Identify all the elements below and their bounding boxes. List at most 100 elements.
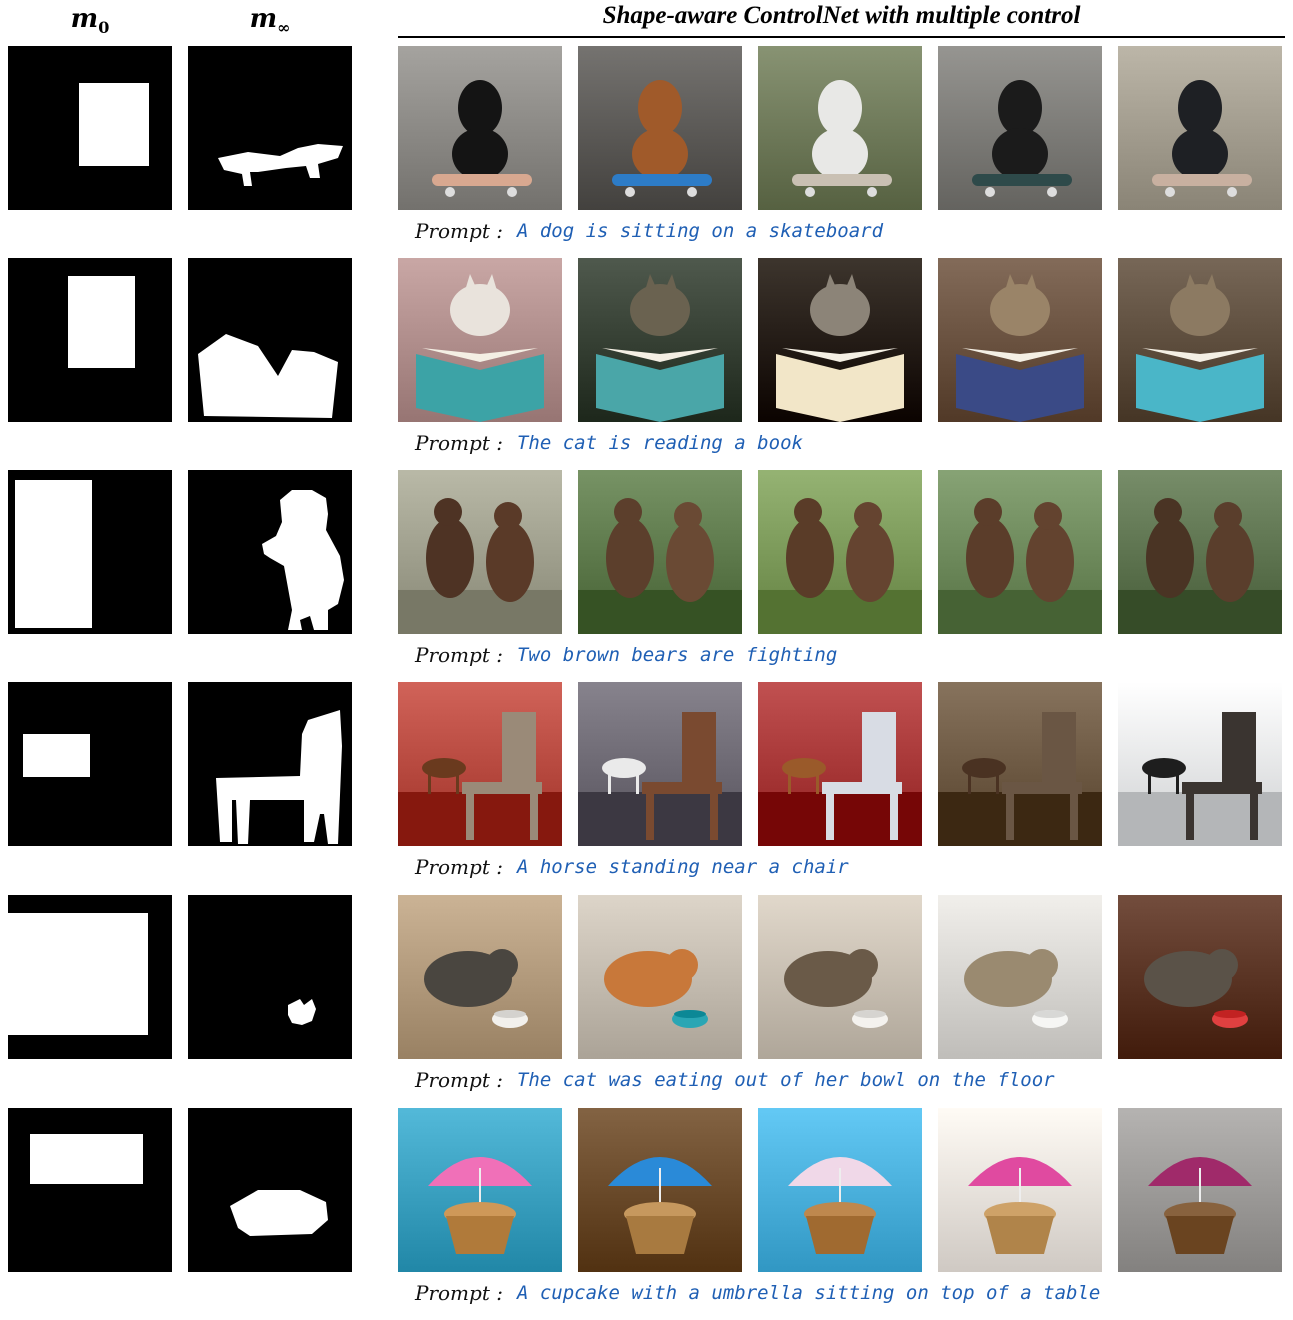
- sample-image: [758, 470, 922, 634]
- sample-image: [758, 258, 922, 422]
- mask-minf: [188, 895, 352, 1059]
- sample-image: [1118, 1108, 1282, 1272]
- prompt-caption: Prompt : The cat was eating out of her b…: [415, 1065, 1055, 1095]
- sample-scene: [398, 258, 562, 422]
- minf-subscript: ∞: [277, 17, 291, 37]
- sample-image: [578, 258, 742, 422]
- sample-scene: [758, 470, 922, 634]
- mask-m0: [8, 46, 172, 210]
- mask-minf: [188, 46, 352, 210]
- sample-image: [938, 1108, 1102, 1272]
- sample-scene: [398, 1108, 562, 1272]
- sample-scene: [578, 1108, 742, 1272]
- sample-scene: [398, 470, 562, 634]
- sample-scene: [758, 682, 922, 846]
- sample-scene: [578, 258, 742, 422]
- sample-scene: [938, 1108, 1102, 1272]
- mask-m0: [8, 1108, 172, 1272]
- minf-symbol: m: [249, 3, 278, 34]
- m0-subscript: 0: [98, 17, 110, 37]
- prompt-caption: Prompt : The cat is reading a book: [415, 428, 803, 458]
- figure-row-6: Prompt : A cupcake with a umbrella sitti…: [0, 1108, 1293, 1320]
- sample-image: [578, 1108, 742, 1272]
- figure-row-4: Prompt : A horse standing near a chair: [0, 682, 1293, 894]
- figure-row-2: Prompt : The cat is reading a book: [0, 258, 1293, 470]
- prompt-label: Prompt :: [415, 219, 503, 243]
- sample-image: [398, 1108, 562, 1272]
- figure-title: Shape-aware ControlNet with multiple con…: [602, 2, 1081, 29]
- sample-scene: [1118, 895, 1282, 1059]
- mask-minf: [188, 258, 352, 422]
- sample-image: [1118, 470, 1282, 634]
- prompt-caption: Prompt : A dog is sitting on a skateboar…: [415, 216, 883, 246]
- sample-scene: [938, 258, 1102, 422]
- mask-minf: [188, 1108, 352, 1272]
- prompt-text: Two brown bears are fighting: [516, 644, 838, 666]
- sample-image: [758, 46, 922, 210]
- mask-m0: [8, 258, 172, 422]
- sample-scene: [1118, 46, 1282, 210]
- sample-scene: [1118, 1108, 1282, 1272]
- title-rule: [398, 36, 1285, 38]
- prompt-caption: Prompt : A cupcake with a umbrella sitti…: [415, 1278, 1100, 1308]
- sample-image: [1118, 46, 1282, 210]
- mask-minf: [188, 470, 352, 634]
- figure-row-5: Prompt : The cat was eating out of her b…: [0, 895, 1293, 1107]
- column-header-m0: m0: [8, 0, 172, 40]
- sample-scene: [398, 682, 562, 846]
- prompt-label: Prompt :: [415, 431, 503, 455]
- sample-scene: [758, 258, 922, 422]
- sample-image: [578, 895, 742, 1059]
- prompt-text: The cat is reading a book: [516, 432, 803, 454]
- sample-image: [578, 46, 742, 210]
- mask-m0: [8, 682, 172, 846]
- mask-m0: [8, 470, 172, 634]
- sample-image: [758, 682, 922, 846]
- sample-image: [938, 470, 1102, 634]
- sample-scene: [578, 46, 742, 210]
- prompt-text: A dog is sitting on a skateboard: [516, 220, 884, 242]
- sample-image: [578, 470, 742, 634]
- prompt-label: Prompt :: [415, 643, 503, 667]
- sample-scene: [578, 682, 742, 846]
- sample-scene: [758, 895, 922, 1059]
- sample-scene: [1118, 682, 1282, 846]
- sample-scene: [938, 895, 1102, 1059]
- sample-image: [1118, 895, 1282, 1059]
- prompt-label: Prompt :: [415, 1068, 503, 1092]
- sample-image: [938, 895, 1102, 1059]
- sample-image: [1118, 682, 1282, 846]
- sample-image: [938, 46, 1102, 210]
- sample-scene: [1118, 470, 1282, 634]
- figure-row-3: Prompt : Two brown bears are fighting: [0, 470, 1293, 682]
- mask-m0: [8, 895, 172, 1059]
- figure-row-1: Prompt : A dog is sitting on a skateboar…: [0, 46, 1293, 258]
- column-header-minf: m∞: [188, 0, 352, 40]
- sample-scene: [578, 470, 742, 634]
- sample-image: [398, 470, 562, 634]
- m0-symbol: m: [70, 3, 99, 34]
- prompt-caption: Prompt : A horse standing near a chair: [415, 852, 849, 882]
- sample-scene: [758, 46, 922, 210]
- sample-image: [1118, 258, 1282, 422]
- sample-image: [578, 682, 742, 846]
- sample-scene: [938, 682, 1102, 846]
- sample-image: [398, 258, 562, 422]
- prompt-text: The cat was eating out of her bowl on th…: [516, 1069, 1055, 1091]
- sample-image: [398, 46, 562, 210]
- sample-image: [758, 1108, 922, 1272]
- sample-image: [938, 258, 1102, 422]
- sample-image: [938, 682, 1102, 846]
- sample-scene: [1118, 258, 1282, 422]
- sample-image: [398, 895, 562, 1059]
- sample-image: [758, 895, 922, 1059]
- sample-scene: [938, 46, 1102, 210]
- sample-image: [398, 682, 562, 846]
- mask-minf: [188, 682, 352, 846]
- sample-scene: [938, 470, 1102, 634]
- sample-scene: [398, 46, 562, 210]
- sample-scene: [398, 895, 562, 1059]
- prompt-label: Prompt :: [415, 855, 503, 879]
- sample-scene: [578, 895, 742, 1059]
- prompt-label: Prompt :: [415, 1281, 503, 1305]
